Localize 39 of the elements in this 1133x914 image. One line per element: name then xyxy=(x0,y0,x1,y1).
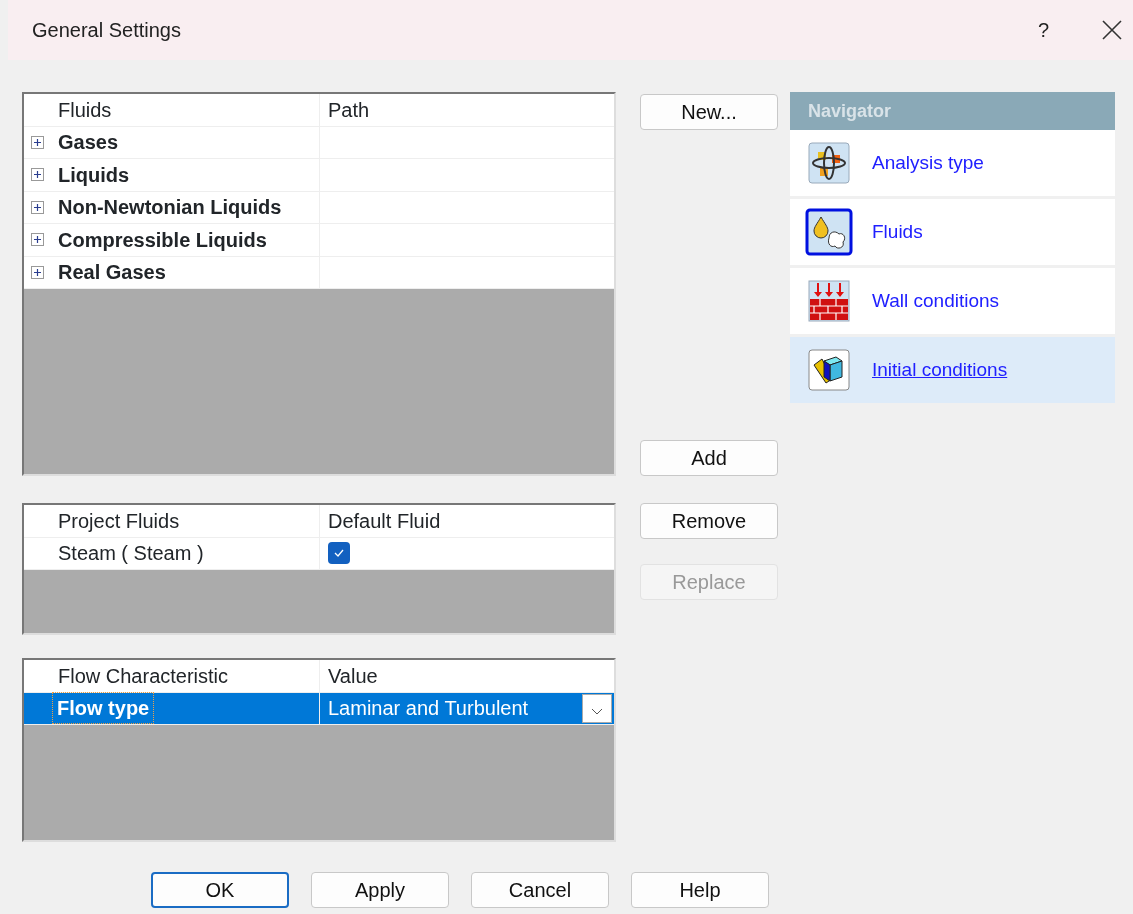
tree-item[interactable]: Real Gases xyxy=(58,257,166,288)
column-header: Flow Characteristic xyxy=(58,663,229,689)
dropdown-button[interactable] xyxy=(582,693,612,723)
navigator-item[interactable]: Wall conditions xyxy=(790,268,1115,337)
chevron-down-icon xyxy=(590,706,604,717)
droplet-icon xyxy=(805,208,853,256)
expand-icon[interactable] xyxy=(31,265,44,279)
action-button[interactable]: Apply xyxy=(311,872,449,908)
expand-icon[interactable] xyxy=(31,168,44,182)
navigator-header: Navigator xyxy=(790,92,1115,130)
dropdown-value: Laminar and Turbulent xyxy=(328,696,529,722)
cube-icon xyxy=(808,349,850,391)
action-button[interactable]: Add xyxy=(640,440,778,476)
action-button[interactable]: Remove xyxy=(640,503,778,539)
action-button[interactable]: Cancel xyxy=(471,872,609,908)
column-header: Default Fluid xyxy=(328,508,441,534)
brick-wall-icon xyxy=(808,280,850,322)
column-header: Value xyxy=(328,663,378,689)
checkbox[interactable] xyxy=(328,542,350,565)
action-button[interactable]: New... xyxy=(640,94,778,130)
table-cell-text: Steam ( Steam ) xyxy=(58,541,204,567)
table-row[interactable]: Flow type Laminar and Turbulent xyxy=(24,692,614,725)
column-header: Project Fluids xyxy=(58,508,180,534)
navigator-item[interactable]: Initial conditions xyxy=(790,337,1115,406)
action-button[interactable]: OK xyxy=(151,872,289,908)
tree-item[interactable]: Liquids xyxy=(58,159,130,190)
action-button[interactable]: Help xyxy=(631,872,769,908)
expand-icon[interactable] xyxy=(31,200,44,214)
column-header: Fluids xyxy=(58,97,112,123)
navigator-item[interactable]: Fluids xyxy=(790,199,1115,268)
window-title: General Settings xyxy=(32,18,181,43)
expand-icon[interactable] xyxy=(31,233,44,247)
expand-icon[interactable] xyxy=(31,135,44,149)
atom-icon xyxy=(808,142,850,184)
column-header: Path xyxy=(328,97,370,123)
table-cell: Flow type xyxy=(53,693,154,724)
tree-item[interactable]: Gases xyxy=(58,127,119,158)
navigator-item[interactable]: Analysis type xyxy=(790,130,1115,199)
help-button[interactable]: ? xyxy=(1031,14,1055,46)
